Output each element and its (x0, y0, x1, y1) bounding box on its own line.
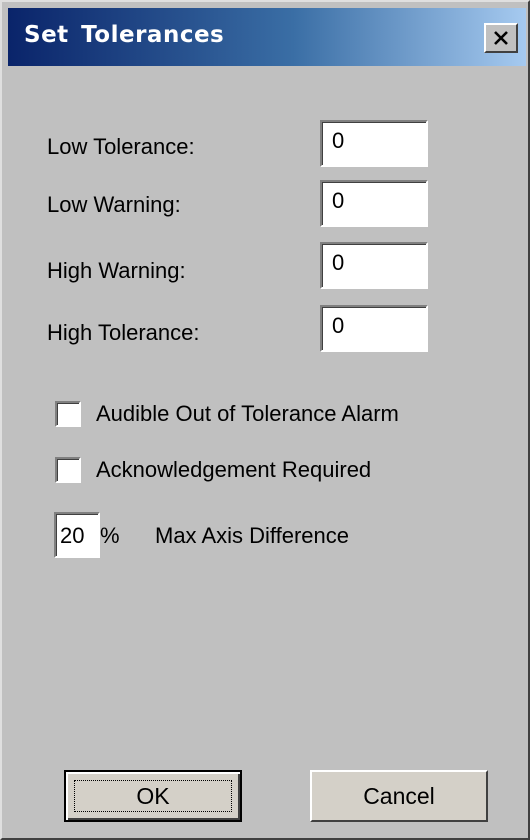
low-warning-label: Low Warning: (47, 192, 181, 217)
ok-button[interactable]: OK (64, 770, 242, 822)
close-button[interactable] (484, 23, 518, 53)
high-warning-label: High Warning: (47, 258, 186, 283)
acknowledgement-required-label[interactable]: Acknowledgement Required (96, 457, 371, 483)
cancel-button[interactable]: Cancel (310, 770, 488, 822)
high-tolerance-label: High Tolerance: (47, 320, 200, 345)
low-tolerance-input[interactable]: 0 (320, 120, 428, 167)
title-bar[interactable]: Set Tolerances (8, 8, 526, 66)
set-tolerances-dialog: Set Tolerances Low Tolerance: 0 Low Warn… (0, 0, 530, 840)
low-warning-input[interactable]: 0 (320, 180, 428, 227)
max-axis-difference-input[interactable]: 20 (54, 512, 100, 558)
cancel-button-label: Cancel (363, 782, 435, 809)
high-tolerance-input[interactable]: 0 (320, 305, 428, 352)
ok-button-focus-rect: OK (74, 780, 232, 812)
close-icon (493, 31, 509, 45)
ok-button-label: OK (136, 782, 170, 809)
percent-sign: % (100, 523, 120, 548)
low-tolerance-label: Low Tolerance: (47, 134, 195, 159)
high-warning-input[interactable]: 0 (320, 242, 428, 289)
max-axis-difference-label: Max Axis Difference (155, 523, 350, 548)
dialog-title: Set Tolerances (24, 22, 225, 48)
audible-alarm-checkbox[interactable] (55, 401, 81, 427)
acknowledgement-required-checkbox[interactable] (55, 457, 81, 483)
audible-alarm-label[interactable]: Audible Out of Tolerance Alarm (96, 401, 399, 427)
